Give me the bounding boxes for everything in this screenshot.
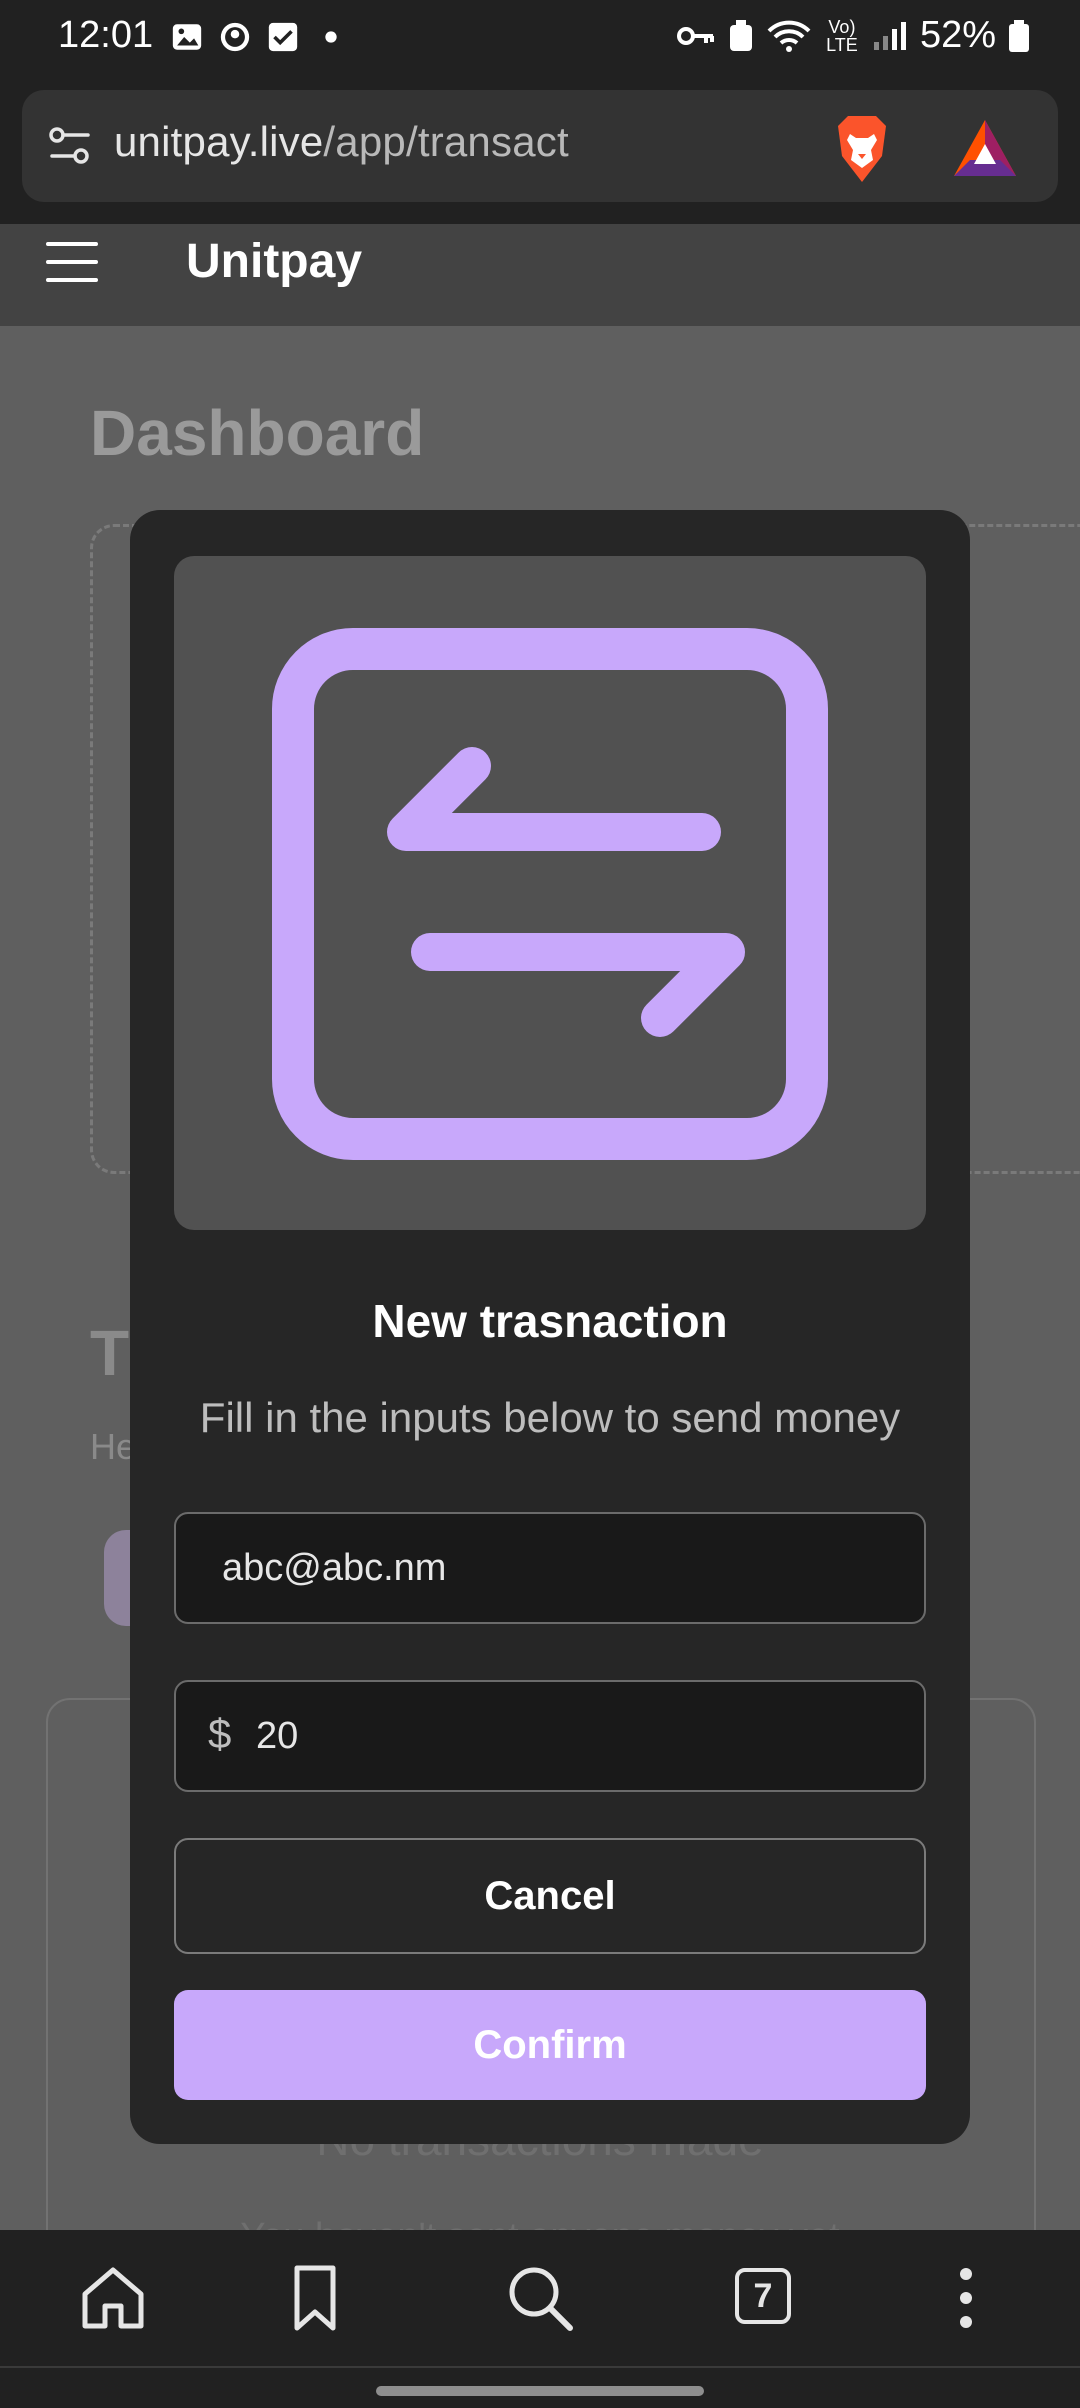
gallery-icon bbox=[172, 24, 202, 50]
notification-icons bbox=[170, 20, 348, 54]
url-text: unitpay.live/app/transact bbox=[114, 118, 569, 166]
confirm-button[interactable]: Confirm bbox=[174, 1990, 926, 2100]
home-icon[interactable] bbox=[75, 2260, 151, 2336]
transfer-arrows-icon bbox=[272, 628, 828, 1160]
duckduckgo-icon bbox=[220, 22, 250, 52]
battery-percent: 52% bbox=[919, 14, 996, 56]
app-header: Unitpay bbox=[0, 224, 1080, 326]
url-host: unitpay.live bbox=[114, 118, 324, 165]
new-transaction-modal: New trasnaction Fill in the inputs below… bbox=[130, 510, 970, 2144]
tabs-button[interactable]: 7 bbox=[727, 2260, 803, 2336]
recipient-email-field[interactable] bbox=[174, 1512, 926, 1624]
modal-hero-image bbox=[174, 556, 926, 1230]
site-settings-icon[interactable] bbox=[48, 124, 92, 168]
battery-icon bbox=[1009, 19, 1029, 52]
bookmark-icon[interactable] bbox=[277, 2260, 353, 2336]
gesture-handle[interactable] bbox=[376, 2386, 704, 2396]
search-icon[interactable] bbox=[502, 2260, 578, 2336]
volte-label: Vo) LTE bbox=[826, 16, 858, 55]
browser-address-bar: unitpay.live/app/transact bbox=[0, 80, 1080, 224]
brave-rewards-icon[interactable] bbox=[952, 118, 1018, 178]
empty-state-subtitle: You haven't sent anyone money yet bbox=[0, 2216, 1080, 2230]
checkbox-icon bbox=[268, 22, 298, 52]
browser-bottom-toolbar: 7 bbox=[0, 2230, 1080, 2366]
amount-field[interactable]: $ bbox=[174, 1680, 926, 1792]
app-title: Unitpay bbox=[186, 235, 363, 288]
status-bar: 12:01 Vo) LTE 52% bbox=[0, 0, 1080, 80]
vpn-key-icon bbox=[676, 26, 714, 45]
dot-icon bbox=[325, 31, 337, 43]
more-menu-icon[interactable] bbox=[928, 2260, 1004, 2336]
tab-count: 7 bbox=[735, 2268, 791, 2324]
menu-icon[interactable] bbox=[46, 240, 98, 284]
section-heading: T bbox=[90, 1317, 130, 1389]
brave-shields-icon[interactable] bbox=[830, 114, 894, 184]
recipient-email-input[interactable] bbox=[222, 1514, 902, 1622]
system-indicators: Vo) LTE 52% bbox=[676, 14, 1030, 57]
modal-description: Fill in the inputs below to send money bbox=[199, 1394, 901, 1441]
cancel-button[interactable]: Cancel bbox=[174, 1838, 926, 1954]
signal-icon bbox=[873, 21, 906, 50]
url-path: /app/transact bbox=[323, 118, 569, 165]
amount-input[interactable] bbox=[256, 1682, 906, 1790]
recycle-icon bbox=[729, 19, 752, 51]
dashboard-heading: Dashboard bbox=[90, 397, 425, 469]
wifi-icon bbox=[767, 20, 811, 52]
url-field[interactable]: unitpay.live/app/transact bbox=[22, 90, 1058, 202]
currency-symbol: $ bbox=[208, 1710, 232, 1757]
status-time: 12:01 bbox=[58, 14, 154, 56]
modal-title: New trasnaction bbox=[372, 1295, 728, 1347]
gesture-navigation-area bbox=[0, 2368, 1080, 2408]
